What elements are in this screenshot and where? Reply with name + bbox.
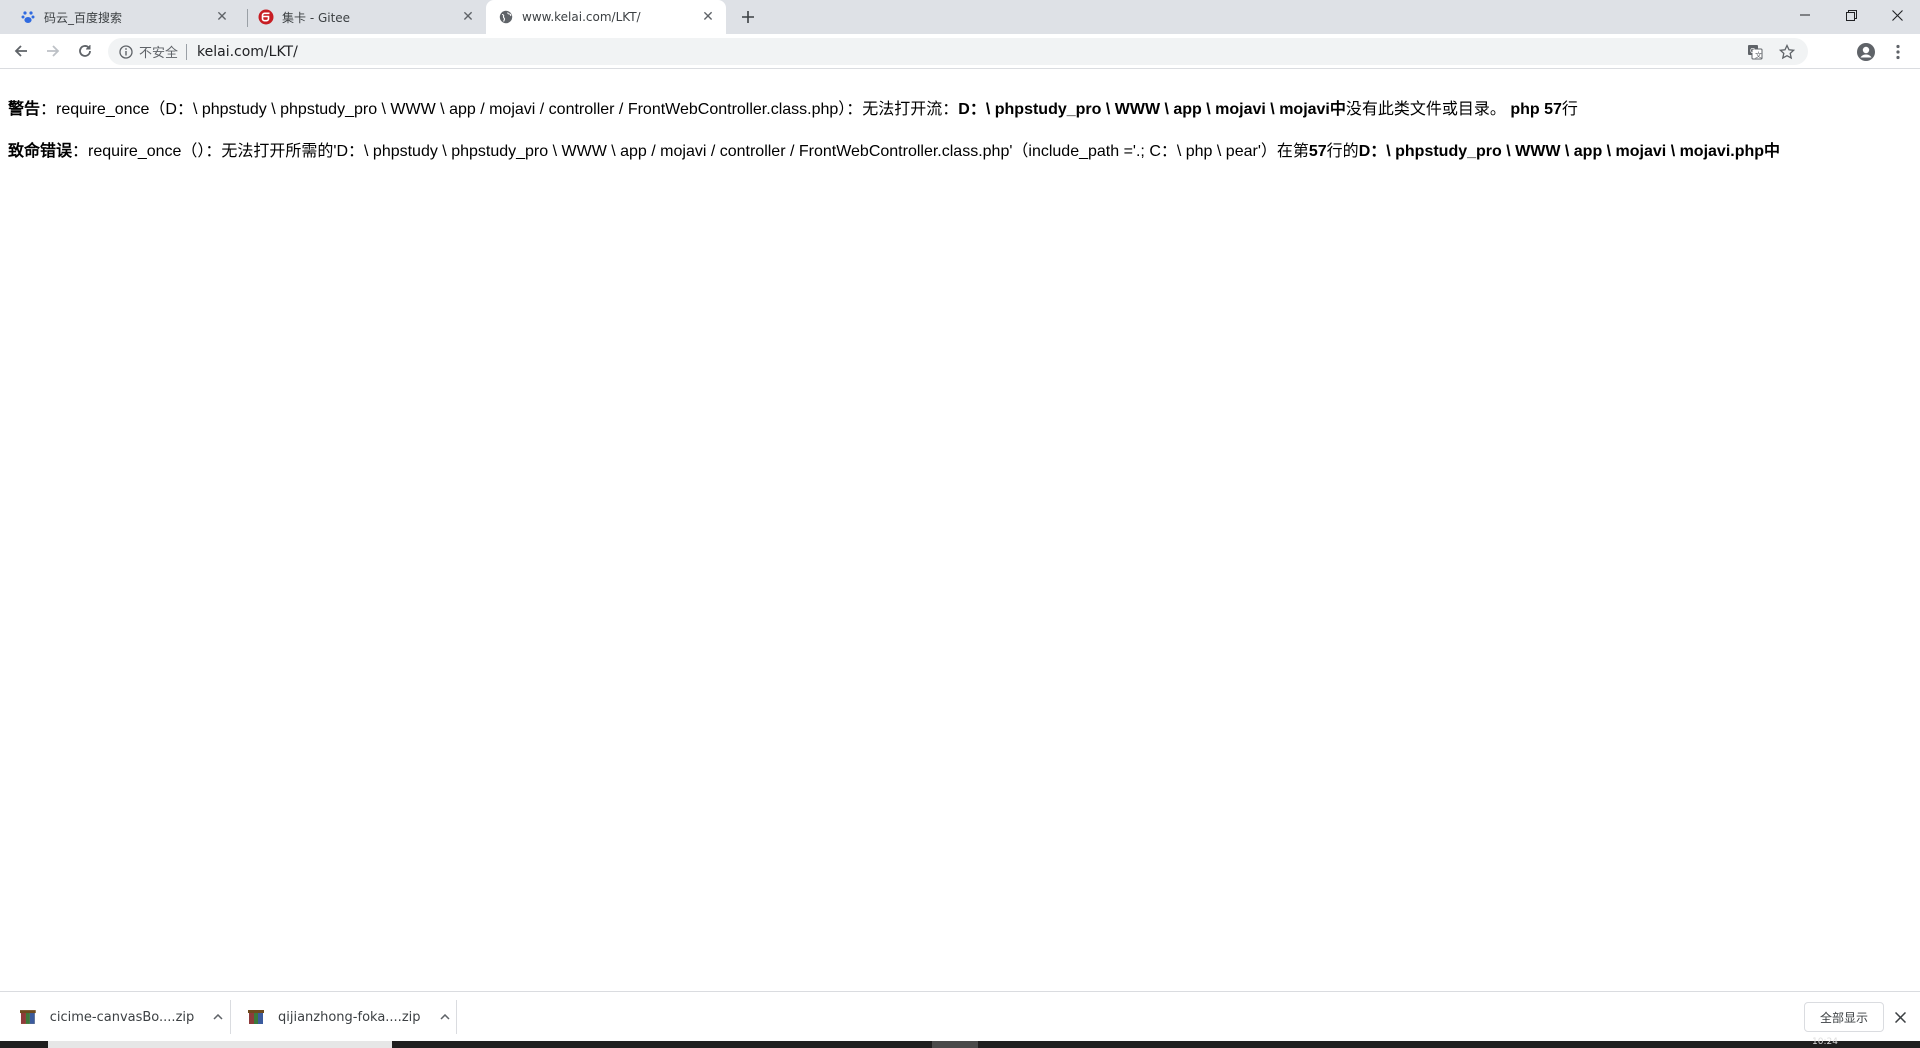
forward-button[interactable] — [40, 38, 66, 64]
download-item[interactable]: qijianzhong-foka....zip — [228, 992, 454, 1042]
back-button[interactable] — [8, 38, 34, 64]
back-arrow-icon — [14, 45, 27, 57]
globe-icon — [498, 9, 514, 25]
reload-icon — [79, 45, 91, 57]
new-tab-button[interactable] — [736, 5, 760, 29]
tab-gitee[interactable]: 集卡 - Gitee ✕ — [240, 0, 486, 34]
tab-title: www.kelai.com/LKT/ — [522, 10, 641, 24]
warning-line: php 57 — [1510, 101, 1562, 118]
gitee-logo-icon — [258, 9, 274, 25]
reload-button[interactable] — [72, 38, 98, 64]
browser-toolbar: 不安全 kelai.com/LKT/ G文 — [0, 34, 1920, 69]
download-filename: qijianzhong-foka....zip — [278, 1009, 421, 1025]
restore-button[interactable] — [1828, 0, 1874, 30]
warning-text-2: 没有此类文件或目录。 — [1345, 101, 1506, 118]
taskbar-app-button[interactable] — [932, 1041, 978, 1048]
chevron-up-icon[interactable] — [437, 1009, 453, 1025]
tab-kelai[interactable]: www.kelai.com/LKT/ ✕ — [486, 0, 726, 34]
archive-file-icon — [20, 1010, 36, 1024]
close-tab-icon[interactable]: ✕ — [700, 9, 716, 25]
php-warning-message: 警告：require_once（D：\ phpstudy \ phpstudy_… — [8, 99, 1912, 120]
translate-icon[interactable]: G文 — [1744, 41, 1766, 63]
php-fatal-error-message: 致命错误：require_once（）：无法打开所需的'D：\ phpstudy… — [8, 141, 1912, 162]
chevron-up-icon[interactable] — [210, 1009, 226, 1025]
address-bar[interactable]: 不安全 kelai.com/LKT/ G文 — [108, 38, 1808, 65]
download-shelf: cicime-canvasBo....zip qijianzhong-foka.… — [0, 991, 1920, 1041]
url-text[interactable]: kelai.com/LKT/ — [197, 44, 1744, 60]
archive-file-icon — [248, 1010, 264, 1024]
tab-strip: 码云_百度搜索 ✕ 集卡 - Gitee ✕ www.kelai.com/LKT… — [0, 0, 1920, 34]
security-status[interactable]: 不安全 — [139, 42, 178, 61]
close-tab-icon[interactable]: ✕ — [460, 9, 476, 25]
fatal-line: 57 — [1308, 143, 1327, 160]
taskbar-clock[interactable]: 10:24 — [1812, 1037, 1838, 1047]
fatal-path: D：\ phpstudy_pro \ WWW \ app \ mojavi \ … — [1358, 143, 1781, 160]
tab-baidu-search[interactable]: 码云_百度搜索 ✕ — [0, 0, 240, 34]
download-separator — [456, 1000, 457, 1034]
info-icon[interactable] — [119, 44, 133, 59]
tab-title: 集卡 - Gitee — [282, 10, 351, 25]
fatal-text-2: 行的 — [1326, 143, 1359, 160]
warning-path: D：\ phpstudy_pro \ WWW \ app \ mojavi \ … — [958, 101, 1346, 118]
download-item[interactable]: cicime-canvasBo....zip — [0, 992, 226, 1042]
taskbar-search-box[interactable] — [48, 1041, 392, 1048]
fatal-text: ：require_once（）：无法打开所需的'D：\ phpstudy \ p… — [72, 143, 1309, 160]
baidu-paw-icon — [20, 9, 36, 25]
os-taskbar: 10:24 — [0, 1037, 1920, 1048]
close-tab-icon[interactable]: ✕ — [214, 9, 230, 25]
close-shelf-icon[interactable] — [1892, 1009, 1908, 1025]
close-window-button[interactable] — [1874, 0, 1920, 30]
warning-label: 警告 — [8, 101, 41, 118]
warning-text-3: 行 — [1561, 101, 1578, 118]
show-all-downloads-button[interactable]: 全部显示 — [1804, 1002, 1884, 1032]
warning-text: ：require_once（D：\ phpstudy \ phpstudy_pr… — [40, 101, 959, 118]
tab-title: 码云_百度搜索 — [44, 10, 123, 25]
more-menu-icon[interactable] — [1886, 40, 1910, 64]
profile-avatar-icon[interactable] — [1854, 40, 1878, 64]
minimize-button[interactable] — [1782, 0, 1828, 30]
download-filename: cicime-canvasBo....zip — [49, 1009, 195, 1025]
bookmark-star-icon[interactable] — [1776, 41, 1798, 63]
page-content: 警告：require_once（D：\ phpstudy \ phpstudy_… — [8, 99, 1912, 183]
fatal-label: 致命错误 — [8, 143, 73, 160]
omnibox-divider — [186, 43, 188, 60]
forward-arrow-icon — [47, 45, 60, 57]
svg-text:文: 文 — [1755, 50, 1762, 59]
